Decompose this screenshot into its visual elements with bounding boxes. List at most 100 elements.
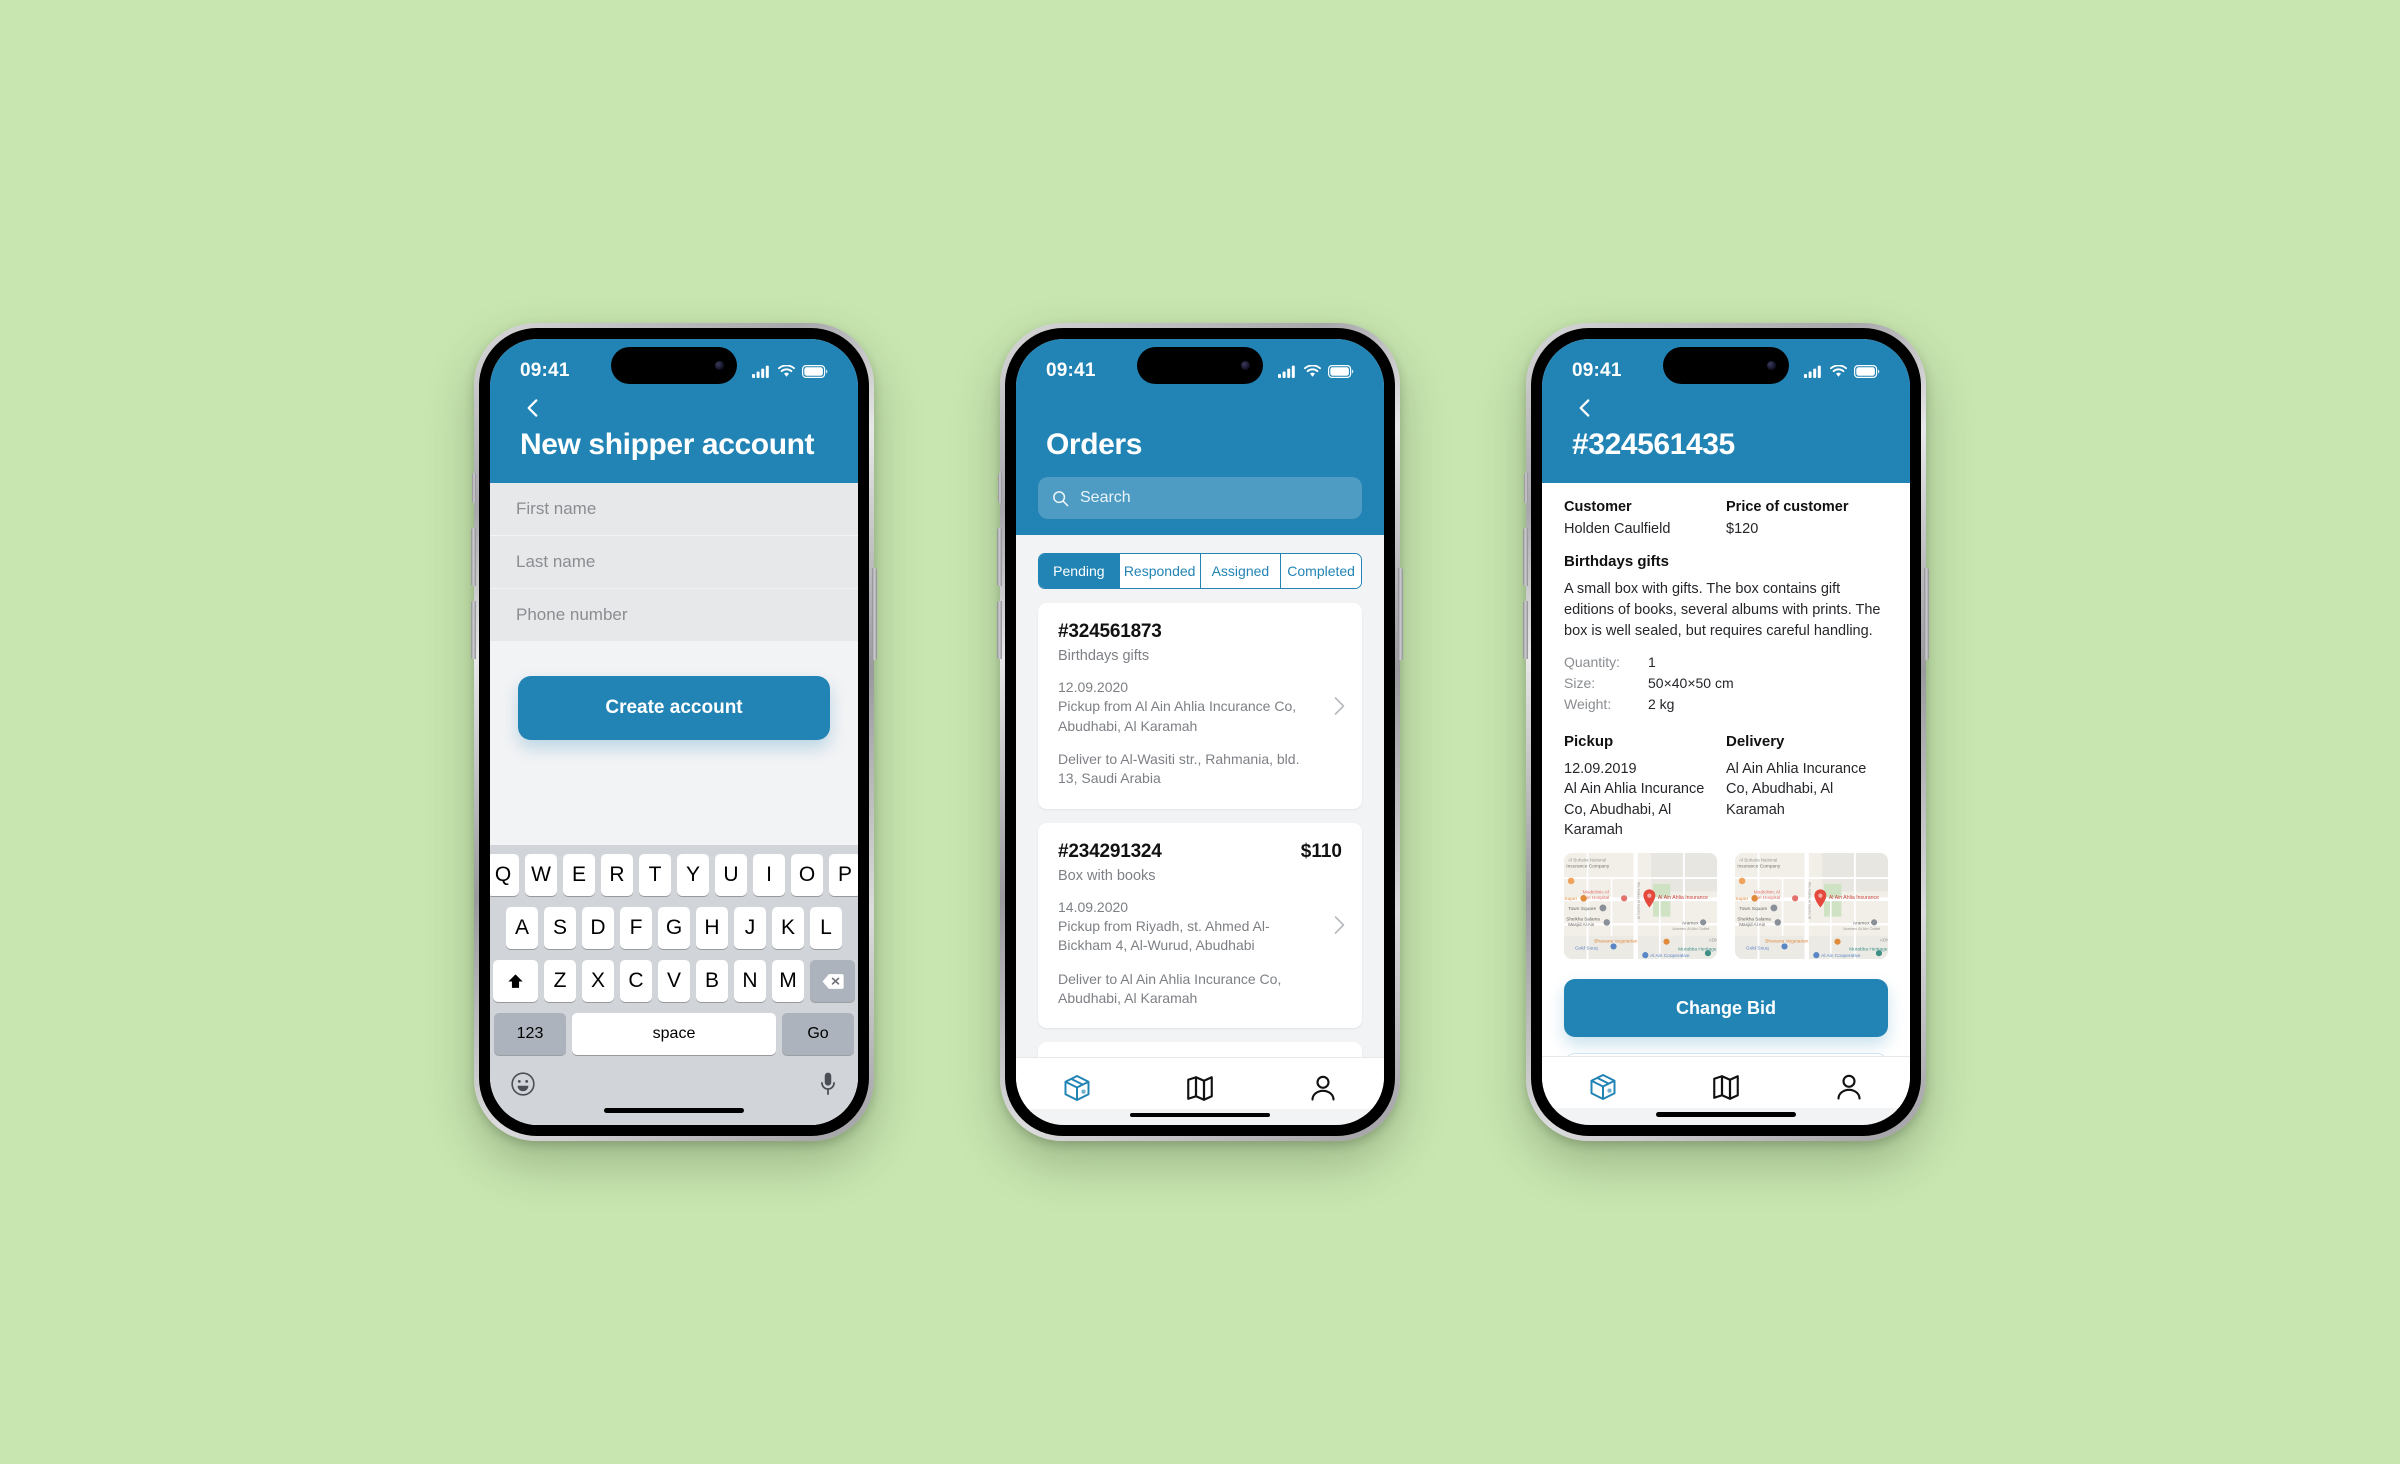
pickup-delivery-row: Pickup 12.09.2019 Al Ain Ahlia Incurance… xyxy=(1564,733,1888,840)
order-id: #324561873 xyxy=(1058,621,1162,642)
volume-up-button[interactable] xyxy=(1523,528,1528,586)
phone-new-shipper-account: 09:41 New shipper account First name Las… xyxy=(471,323,877,1141)
key-w[interactable]: W xyxy=(525,854,557,896)
key-e[interactable]: E xyxy=(563,854,595,896)
key-z[interactable]: Z xyxy=(544,960,576,1002)
space-key[interactable]: space xyxy=(572,1013,776,1055)
create-account-button[interactable]: Create account xyxy=(518,676,830,740)
key-l[interactable]: L xyxy=(810,907,842,949)
back-chevron-icon[interactable] xyxy=(1572,395,1598,421)
volume-up-button[interactable] xyxy=(997,528,1002,586)
silent-switch[interactable] xyxy=(1524,473,1528,503)
customer-row: Customer Holden Caulfield Price of custo… xyxy=(1564,499,1888,537)
keyboard-row-3: Z X C V B N M xyxy=(493,960,855,1002)
order-card-header: #324561873 xyxy=(1058,621,1342,643)
svg-text:Gold Souq: Gold Souq xyxy=(1575,946,1598,952)
volume-down-button[interactable] xyxy=(471,601,476,659)
wifi-icon xyxy=(778,364,795,377)
first-name-input[interactable] xyxy=(490,483,858,535)
key-n[interactable]: N xyxy=(734,960,766,1002)
status-bar: 09:41 xyxy=(490,339,858,395)
tab-assigned[interactable]: Assigned xyxy=(1200,554,1282,588)
cellular-signal-icon xyxy=(1278,365,1295,378)
tab-orders[interactable] xyxy=(1042,1069,1112,1107)
key-q[interactable]: Q xyxy=(490,854,519,896)
order-card[interactable]: #324561873 Birthdays gifts 12.09.2020 Pi… xyxy=(1038,603,1362,809)
volume-up-button[interactable] xyxy=(471,528,476,586)
key-i[interactable]: I xyxy=(753,854,785,896)
key-c[interactable]: C xyxy=(620,960,652,1002)
key-f[interactable]: F xyxy=(620,907,652,949)
pickup-label: Pickup xyxy=(1564,733,1614,751)
back-chevron-icon[interactable] xyxy=(520,395,546,421)
tab-pending[interactable]: Pending xyxy=(1039,554,1120,588)
order-deliver: Deliver to Al Ain Ahlia Incurance Co, Ab… xyxy=(1058,970,1282,1006)
tab-responded[interactable]: Responded xyxy=(1119,554,1201,588)
key-o[interactable]: O xyxy=(791,854,823,896)
battery-icon xyxy=(802,364,828,378)
tab-orders[interactable] xyxy=(1568,1068,1638,1106)
pickup-map-thumbnail[interactable]: Al Buhaira National Insurance Company Me… xyxy=(1564,853,1717,960)
key-a[interactable]: A xyxy=(506,907,538,949)
emoji-smiley-icon[interactable] xyxy=(510,1071,536,1097)
microphone-icon[interactable] xyxy=(818,1071,838,1097)
go-key[interactable]: Go xyxy=(782,1013,854,1055)
price-label: Price of customer xyxy=(1726,499,1849,515)
volume-down-button[interactable] xyxy=(997,601,1002,659)
key-s[interactable]: S xyxy=(544,907,576,949)
key-r[interactable]: R xyxy=(601,854,633,896)
key-u[interactable]: U xyxy=(715,854,747,896)
key-y[interactable]: Y xyxy=(677,854,709,896)
customer-block: Customer Holden Caulfield xyxy=(1564,499,1726,537)
status-bar-area: 09:41 xyxy=(1016,339,1384,395)
key-m[interactable]: M xyxy=(772,960,804,1002)
tab-map[interactable] xyxy=(1165,1069,1235,1107)
key-b[interactable]: B xyxy=(696,960,728,1002)
svg-text:Al Ain Ahlia Insurance: Al Ain Ahlia Insurance xyxy=(1658,895,1708,901)
customer-value: Holden Caulfield xyxy=(1564,521,1671,537)
svg-text:ADN: ADN xyxy=(1880,938,1888,943)
key-g[interactable]: G xyxy=(658,907,690,949)
orders-list[interactable]: #324561873 Birthdays gifts 12.09.2020 Pi… xyxy=(1016,589,1384,1058)
orders-status-tabs: Pending Responded Assigned Completed xyxy=(1038,553,1362,589)
backspace-key[interactable] xyxy=(810,960,855,1002)
silent-switch[interactable] xyxy=(998,473,1002,503)
order-card[interactable]: #784561982 Documents 19.09.2020 Pickup f… xyxy=(1038,1042,1362,1058)
key-h[interactable]: H xyxy=(696,907,728,949)
chevron-right-icon xyxy=(1334,696,1345,715)
search-input[interactable] xyxy=(1080,489,1348,507)
power-button[interactable] xyxy=(1398,568,1403,660)
key-x[interactable]: X xyxy=(582,960,614,1002)
svg-text:Murabba Heritage Fort: Murabba Heritage Fort xyxy=(1678,947,1717,953)
key-t[interactable]: T xyxy=(639,854,671,896)
power-button[interactable] xyxy=(1924,568,1929,660)
order-card[interactable]: #234291324 $110 Box with books 14.09.202… xyxy=(1038,822,1362,1029)
volume-down-button[interactable] xyxy=(1523,601,1528,659)
delivery-block: Delivery Al Ain Ahlia Incurance Co, Abud… xyxy=(1726,733,1888,840)
last-name-input[interactable] xyxy=(490,536,858,588)
phone-number-input[interactable] xyxy=(490,589,858,641)
tab-map[interactable] xyxy=(1691,1068,1761,1106)
delivery-map-thumbnail[interactable]: Al Buhaira National Insurance Company Me… xyxy=(1735,853,1888,960)
svg-text:Abu Bakar Al Sadeq St: Abu Bakar Al Sadeq St xyxy=(1637,882,1641,919)
tab-profile[interactable] xyxy=(1814,1068,1884,1106)
silent-switch[interactable] xyxy=(472,473,476,503)
search-bar[interactable] xyxy=(1038,477,1362,519)
change-bid-button[interactable]: Change Bid xyxy=(1564,979,1888,1038)
svg-text:Murabba Heritage Fort: Murabba Heritage Fort xyxy=(1849,947,1888,953)
spec-row: Weight: 2 kg xyxy=(1564,694,1888,715)
key-d[interactable]: D xyxy=(582,907,614,949)
phone-mockup-stage: 09:41 New shipper account First name Las… xyxy=(0,0,2400,1464)
key-j[interactable]: J xyxy=(734,907,766,949)
tab-profile[interactable] xyxy=(1288,1069,1358,1107)
numbers-key[interactable]: 123 xyxy=(494,1013,566,1055)
keyboard-bottom-row xyxy=(494,1062,854,1104)
tab-completed[interactable]: Completed xyxy=(1281,554,1361,588)
shift-key[interactable] xyxy=(493,960,538,1002)
order-date: 14.09.2020 xyxy=(1058,898,1129,915)
order-description: Box with books xyxy=(1058,867,1156,884)
key-p[interactable]: P xyxy=(829,854,858,896)
key-v[interactable]: V xyxy=(658,960,690,1002)
key-k[interactable]: K xyxy=(772,907,804,949)
power-button[interactable] xyxy=(872,568,877,660)
